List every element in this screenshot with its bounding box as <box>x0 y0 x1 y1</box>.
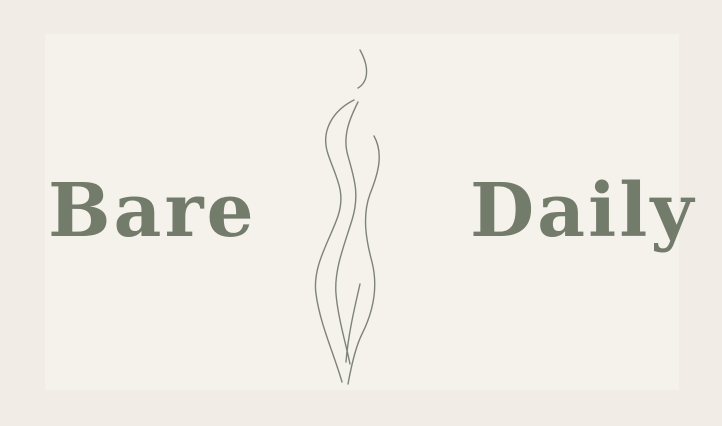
brand-word-daily: Daily <box>470 168 697 254</box>
logo-canvas: Bare Daily <box>0 0 722 426</box>
brand-word-bare: Bare <box>48 168 257 254</box>
female-silhouette-icon <box>314 49 380 385</box>
